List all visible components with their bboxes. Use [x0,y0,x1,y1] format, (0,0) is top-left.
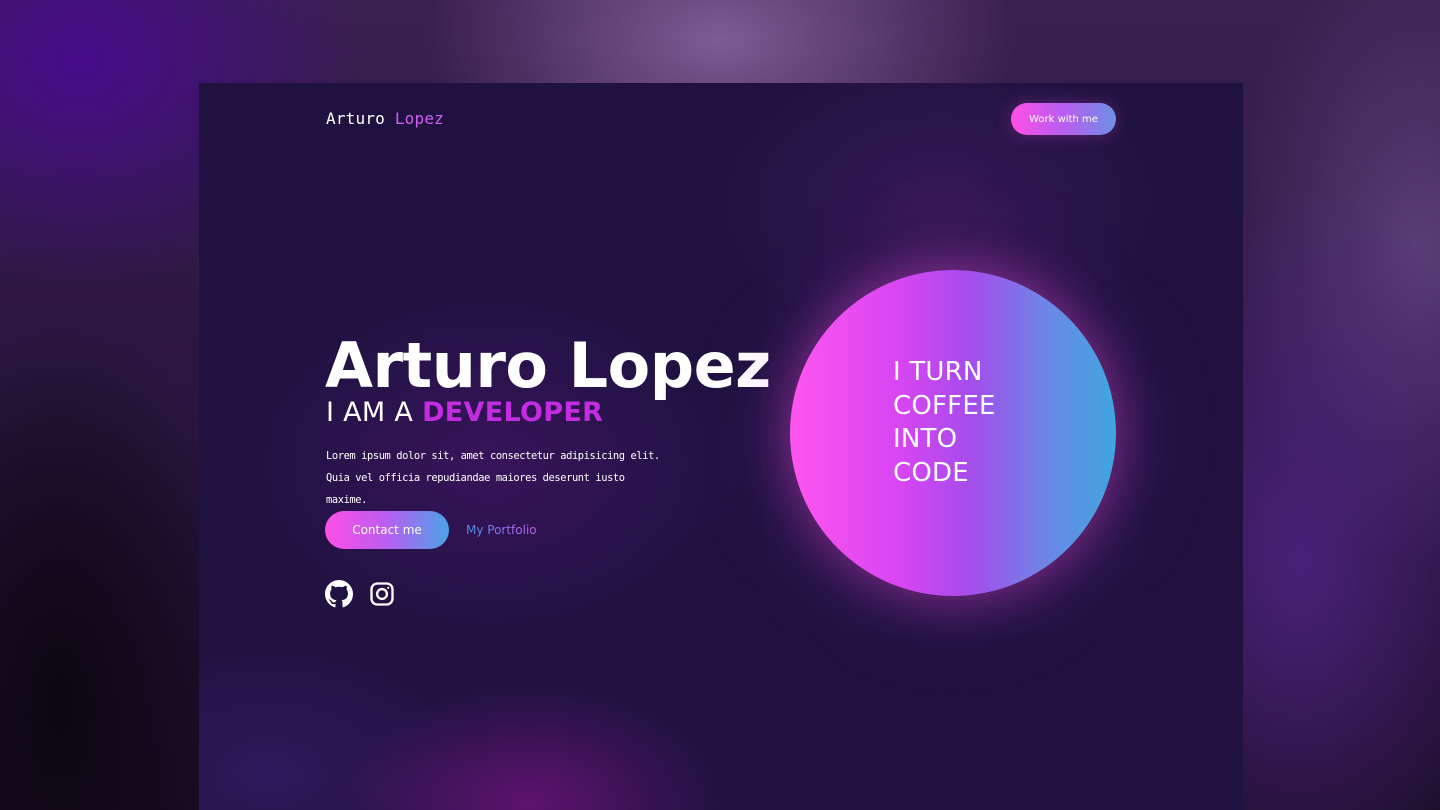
instagram-icon[interactable] [368,580,396,608]
hero-role-heading: I AM A DEVELOPER [326,397,603,429]
gradient-orb: I TURN COFFEE INTO CODE [790,270,1116,596]
hero-name-heading: Arturo Lopez [325,329,771,402]
orb-tagline: I TURN COFFEE INTO CODE [893,356,996,490]
orb-tagline-line: I TURN [893,357,983,387]
orb-tagline-line: CODE [893,457,969,488]
my-portfolio-link[interactable]: My Portfolio [466,522,537,538]
contact-me-button[interactable]: Contact me [325,511,449,549]
nav-logo-last-name: Lopez [394,109,445,128]
github-icon[interactable] [325,580,353,608]
hero-role-accent: DEVELOPER [422,397,604,428]
work-with-me-button[interactable]: Work with me [1011,103,1116,135]
nav-logo[interactable]: Arturo Lopez [326,109,444,128]
nav-logo-first-name: Arturo [326,109,385,128]
hero-role-prefix: I AM A [326,397,414,428]
orb-tagline-line: COFFEE [893,390,996,421]
hero-description: Lorem ipsum dolor sit, amet consectetur … [326,450,660,506]
website-frame: Arturo Lopez Work with me Arturo Lopez I… [199,83,1243,810]
orb-tagline-line: INTO [893,424,958,454]
